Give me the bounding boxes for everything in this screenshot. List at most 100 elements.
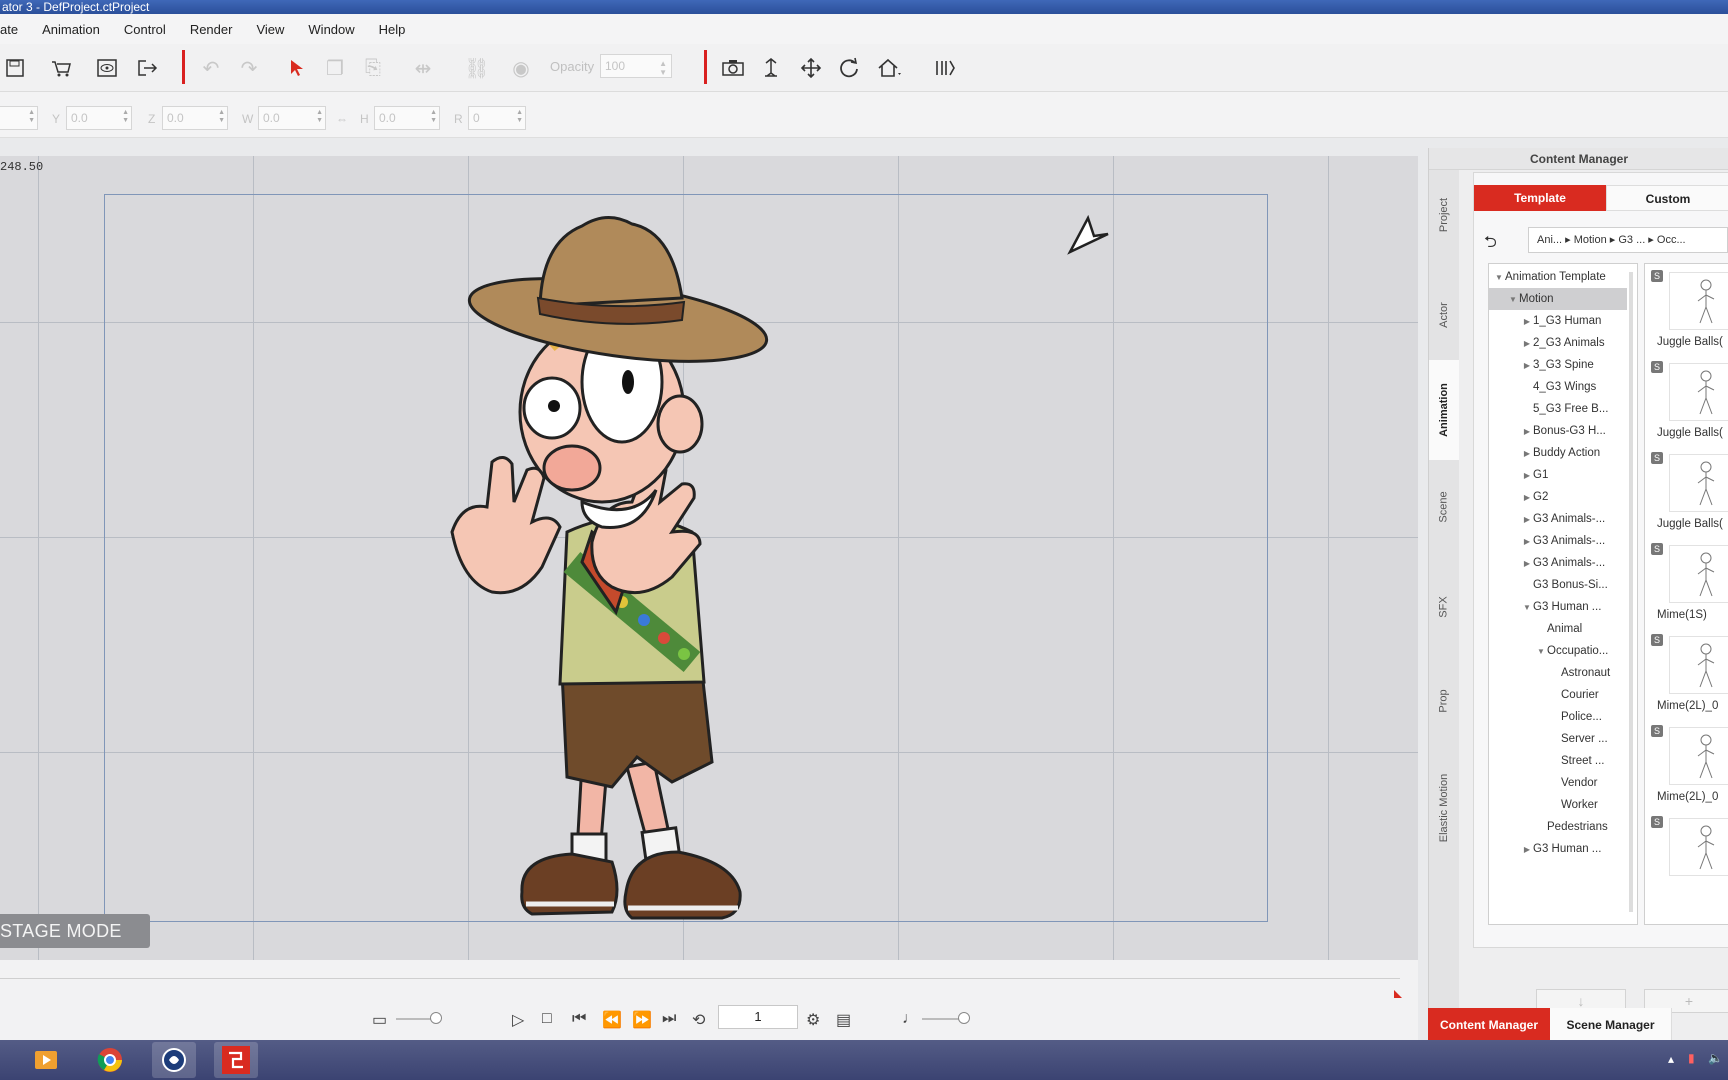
tree-item[interactable]: ▶ 2_G3 Animals <box>1489 332 1627 354</box>
next-frame-icon[interactable]: ⏩ <box>632 1010 652 1030</box>
tab-scene[interactable]: Scene <box>1429 460 1459 554</box>
play-icon[interactable]: ▷ <box>512 1010 524 1030</box>
tab-elastic-motion[interactable]: Elastic Motion <box>1429 748 1459 868</box>
tree-item[interactable]: Animal <box>1489 618 1627 640</box>
link-icon[interactable]: ⛓ <box>462 54 492 82</box>
current-frame-field[interactable]: 1 <box>718 1005 798 1029</box>
collapse-arrow-icon[interactable]: ▶ <box>1521 333 1533 354</box>
first-frame-icon[interactable]: ⏮ <box>572 1010 586 1028</box>
preview-icon[interactable] <box>92 54 122 82</box>
network-icon[interactable]: ▮ <box>1688 1051 1695 1065</box>
menu-animation[interactable]: Animation <box>30 22 112 37</box>
motion-thumbnail[interactable]: S Juggle Balls( <box>1651 359 1728 451</box>
back-icon[interactable]: ⮌ <box>1484 231 1497 258</box>
volume-slider-knob[interactable] <box>430 1012 442 1024</box>
menu-control[interactable]: Control <box>112 22 178 37</box>
link-proportion-icon[interactable]: ⇔ <box>336 112 348 126</box>
undo-icon[interactable]: ↶ <box>196 54 226 82</box>
tree-item[interactable]: ▼ G3 Human ... <box>1489 596 1627 618</box>
r-field[interactable]: 0 ▲ ▼ <box>468 106 526 130</box>
chrome-icon[interactable] <box>88 1042 132 1078</box>
settings-gear-icon[interactable]: ⚙ <box>806 1010 820 1030</box>
tab-animation[interactable]: Animation <box>1429 360 1459 460</box>
volume-icon[interactable]: 🔈 <box>1708 1051 1723 1065</box>
tab-content-manager[interactable]: Content Manager <box>1428 1008 1550 1042</box>
export-icon[interactable] <box>132 54 162 82</box>
menu-view[interactable]: View <box>244 22 296 37</box>
redo-icon[interactable]: ↷ <box>234 54 264 82</box>
tree-item[interactable]: ▶ 1_G3 Human <box>1489 310 1627 332</box>
tree-item[interactable]: Astronaut <box>1489 662 1627 684</box>
collapse-arrow-icon[interactable]: ▶ <box>1521 421 1533 442</box>
audio-slider-knob[interactable] <box>958 1012 970 1024</box>
tree-item[interactable]: Vendor <box>1489 772 1627 794</box>
resize-corner-icon[interactable] <box>1392 988 1404 1000</box>
motion-thumbnail[interactable]: S Juggle Balls( <box>1651 268 1728 360</box>
loop-icon[interactable]: ⟲ <box>692 1010 705 1030</box>
tree-item[interactable]: ▶ G3 Animals-... <box>1489 530 1627 552</box>
expand-arrow-icon[interactable]: ▼ <box>1507 289 1519 310</box>
subtitle-icon[interactable]: ▭ <box>372 1010 387 1030</box>
tree-item[interactable]: ▶ G1 <box>1489 464 1627 486</box>
paste-icon[interactable]: ⎘ <box>358 54 388 82</box>
tree-item[interactable]: ▶ G2 <box>1489 486 1627 508</box>
camera-icon[interactable] <box>718 54 748 82</box>
align-icon[interactable] <box>930 54 960 82</box>
tab-custom[interactable]: Custom <box>1606 185 1728 211</box>
tree-item[interactable]: Worker <box>1489 794 1627 816</box>
collapse-arrow-icon[interactable]: ▶ <box>1521 465 1533 486</box>
menu-window[interactable]: Window <box>296 22 366 37</box>
z-field[interactable]: 0.0 ▲ ▼ <box>162 106 228 130</box>
tree-item[interactable]: ▼ Occupatio... <box>1489 640 1627 662</box>
tree-item[interactable]: ▼ Animation Template <box>1489 266 1627 288</box>
collapse-arrow-icon[interactable]: ▶ <box>1521 443 1533 464</box>
flip-icon[interactable]: ⇹ <box>408 54 438 82</box>
tree-item[interactable]: ▼ Motion <box>1489 288 1627 310</box>
tree-item[interactable]: ▶ G3 Human ... <box>1489 838 1627 860</box>
copy-icon[interactable]: ❐ <box>320 54 350 82</box>
tab-sfx[interactable]: SFX <box>1429 560 1459 654</box>
collapse-arrow-icon[interactable]: ▶ <box>1521 531 1533 552</box>
menu-create[interactable]: ate <box>0 22 30 37</box>
tree-item[interactable]: ▶ Buddy Action <box>1489 442 1627 464</box>
collapse-arrow-icon[interactable]: ▶ <box>1521 355 1533 376</box>
rotate-icon[interactable] <box>834 54 864 82</box>
music-note-icon[interactable]: ♩ <box>902 1010 918 1028</box>
menu-help[interactable]: Help <box>367 22 418 37</box>
last-frame-icon[interactable]: ⏭ <box>662 1010 676 1028</box>
tab-project[interactable]: Project <box>1429 170 1459 260</box>
scout-character[interactable] <box>432 202 812 942</box>
h-field[interactable]: 0.0 ▲ ▼ <box>374 106 440 130</box>
cartoon-animator-icon[interactable] <box>214 1042 258 1078</box>
y-field[interactable]: 0.0 ▲ ▼ <box>66 106 132 130</box>
expand-arrow-icon[interactable]: ▼ <box>1535 641 1547 662</box>
tree-scrollbar[interactable] <box>1629 272 1633 912</box>
expand-arrow-icon[interactable]: ▼ <box>1521 597 1533 618</box>
tree-item[interactable]: ▶ G3 Animals-... <box>1489 508 1627 530</box>
collapse-arrow-icon[interactable]: ▶ <box>1521 311 1533 332</box>
motion-thumbnail[interactable]: S Mime(1S) <box>1651 541 1728 633</box>
tree-item[interactable]: Street ... <box>1489 750 1627 772</box>
save-icon[interactable] <box>0 54 30 82</box>
expand-arrow-icon[interactable]: ▼ <box>1493 267 1505 288</box>
collapse-arrow-icon[interactable]: ▶ <box>1521 839 1533 860</box>
media-player-icon[interactable] <box>24 1042 68 1078</box>
motion-thumbnail[interactable]: S <box>1651 814 1728 906</box>
opacity-field[interactable]: 100 ▲ ▼ <box>600 54 672 78</box>
motion-thumbnail[interactable]: S Mime(2L)_0 <box>1651 632 1728 724</box>
tree-item[interactable]: G3 Bonus-Si... <box>1489 574 1627 596</box>
tree-item[interactable]: ▶ 3_G3 Spine <box>1489 354 1627 376</box>
w-field[interactable]: 0.0 ▲ ▼ <box>258 106 326 130</box>
tab-scene-manager[interactable]: Scene Manager <box>1550 1008 1672 1042</box>
tree-item[interactable]: ▶ Bonus-G3 H... <box>1489 420 1627 442</box>
up-arrow-icon[interactable]: ▴ <box>1668 1052 1674 1066</box>
collapse-arrow-icon[interactable]: ▶ <box>1521 487 1533 508</box>
motion-thumbnail[interactable]: S Mime(2L)_0 <box>1651 723 1728 815</box>
motion-thumbnail[interactable]: S Juggle Balls( <box>1651 450 1728 542</box>
collapse-arrow-icon[interactable]: ▶ <box>1521 553 1533 574</box>
tab-template[interactable]: Template <box>1474 185 1606 211</box>
move-icon[interactable] <box>796 54 826 82</box>
visibility-icon[interactable]: ◉ <box>506 54 536 82</box>
timeline-track[interactable] <box>0 978 1400 979</box>
collapse-arrow-icon[interactable]: ▶ <box>1521 509 1533 530</box>
